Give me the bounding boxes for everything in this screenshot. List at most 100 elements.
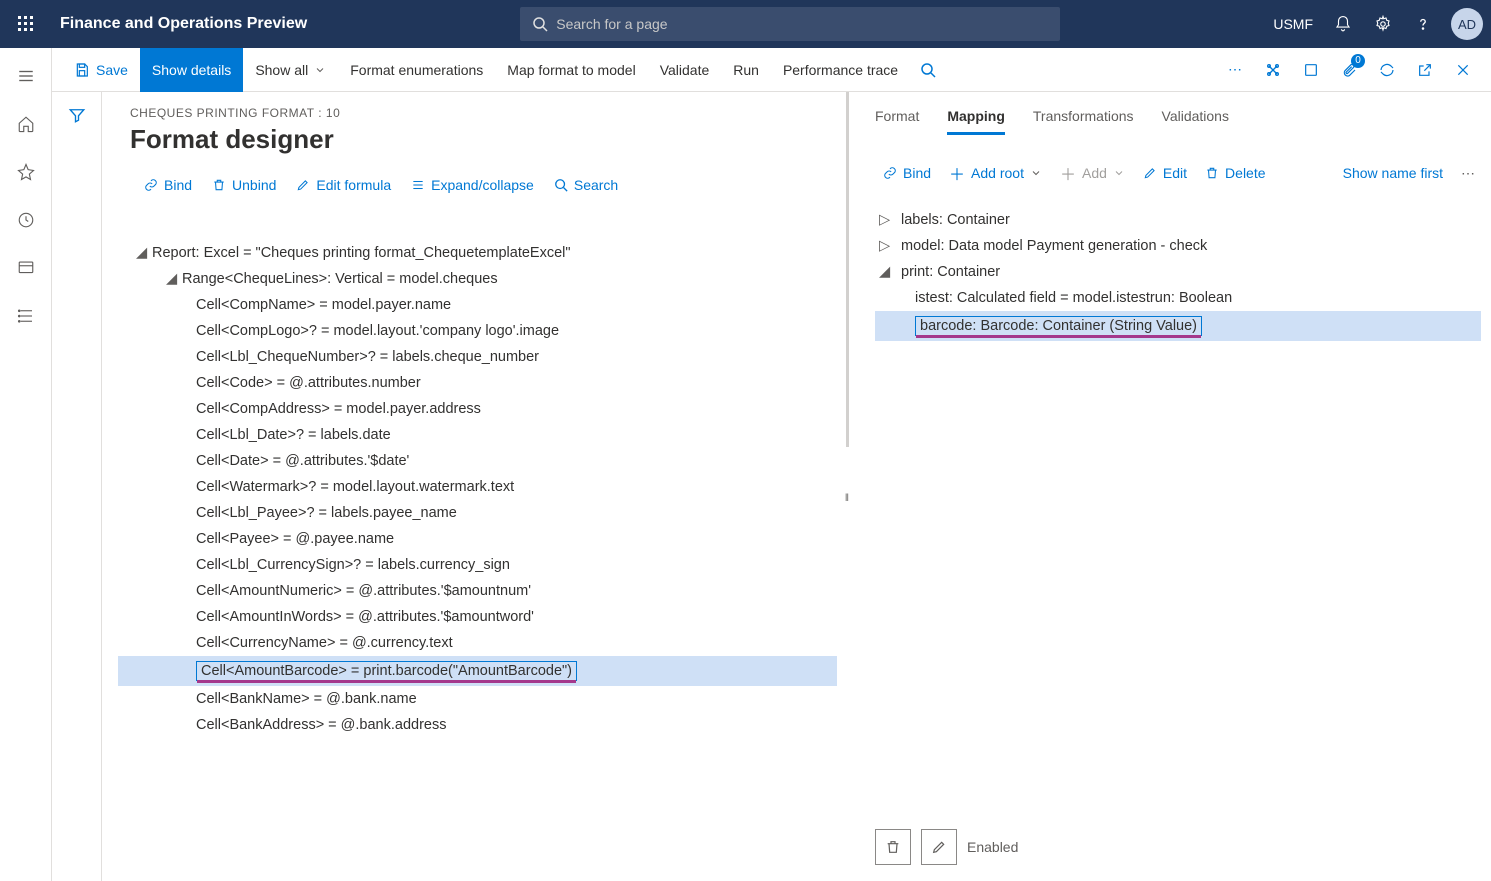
expand-collapse-button[interactable]: Expand/collapse xyxy=(403,173,542,197)
caret-right-icon[interactable]: ▷ xyxy=(879,238,891,254)
run-button[interactable]: Run xyxy=(721,48,771,92)
breadcrumb: CHEQUES PRINTING FORMAT : 10 xyxy=(130,106,843,120)
chevron-down-icon xyxy=(1030,167,1042,179)
tree-cell-node[interactable]: Cell<CurrencyName> = @.currency.text xyxy=(118,630,837,656)
unbind-button[interactable]: Unbind xyxy=(204,173,284,197)
hamburger-icon[interactable] xyxy=(8,58,44,94)
mapping-bind-button[interactable]: Bind xyxy=(875,161,939,185)
modules-icon[interactable] xyxy=(8,298,44,334)
tree-cell-node[interactable]: Cell<CompLogo>? = model.layout.'company … xyxy=(118,318,837,344)
tree-cell-node[interactable]: Cell<BankName> = @.bank.name xyxy=(118,686,837,712)
action-search-icon[interactable] xyxy=(910,52,946,88)
pencil-icon xyxy=(1143,166,1157,180)
global-search[interactable] xyxy=(520,7,1060,41)
overflow-icon[interactable]: ⋯ xyxy=(1217,52,1253,88)
splitter[interactable]: ‖ xyxy=(843,92,851,881)
tree-cell-node[interactable]: Cell<AmountBarcode> = print.barcode("Amo… xyxy=(118,656,837,686)
tab-transformations[interactable]: Transformations xyxy=(1033,108,1134,135)
tree-cell-node[interactable]: Cell<Code> = @.attributes.number xyxy=(118,370,837,396)
tree-cell-node[interactable]: Cell<Lbl_CurrencySign>? = labels.currenc… xyxy=(118,552,837,578)
highlight-underline xyxy=(197,680,576,683)
performance-trace-button[interactable]: Performance trace xyxy=(771,48,910,92)
recent-icon[interactable] xyxy=(8,202,44,238)
mapping-node-istest[interactable]: istest: Calculated field = model.istestr… xyxy=(875,285,1481,311)
attachments-icon[interactable]: 0 xyxy=(1331,52,1367,88)
map-format-button[interactable]: Map format to model xyxy=(495,48,647,92)
format-enumerations-button[interactable]: Format enumerations xyxy=(338,48,495,92)
add-root-button[interactable]: ＋Add root xyxy=(941,157,1050,189)
show-name-first-button[interactable]: Show name first xyxy=(1343,165,1443,181)
tree-cell-node[interactable]: Cell<Lbl_Date>? = labels.date xyxy=(118,422,837,448)
save-icon xyxy=(74,62,90,78)
filter-icon[interactable] xyxy=(68,106,86,881)
tree-cell-node[interactable]: Cell<Date> = @.attributes.'$date' xyxy=(118,448,837,474)
tree-cell-node[interactable]: Cell<CompName> = model.payer.name xyxy=(118,292,837,318)
tab-format[interactable]: Format xyxy=(875,108,919,135)
tree-node-root[interactable]: ◢Report: Excel = "Cheques printing forma… xyxy=(118,240,837,266)
caret-icon[interactable]: ◢ xyxy=(166,271,178,287)
caret-icon[interactable]: ◢ xyxy=(136,245,148,261)
star-icon[interactable] xyxy=(8,154,44,190)
mapping-node-labels[interactable]: ▷labels: Container xyxy=(875,207,1481,233)
highlight-underline xyxy=(916,335,1201,338)
tree-cell-node[interactable]: Cell<Watermark>? = model.layout.watermar… xyxy=(118,474,837,500)
edit-button[interactable]: Edit xyxy=(1135,161,1195,185)
validate-button[interactable]: Validate xyxy=(648,48,722,92)
tree-cell-node[interactable]: Cell<Lbl_Payee>? = labels.payee_name xyxy=(118,500,837,526)
avatar[interactable]: AD xyxy=(1451,8,1483,40)
pencil-icon xyxy=(296,178,310,192)
list-icon xyxy=(411,178,425,192)
search-icon xyxy=(532,16,548,32)
page-title: Format designer xyxy=(130,124,843,155)
bind-button[interactable]: Bind xyxy=(136,173,200,197)
edit-formula-button[interactable]: Edit formula xyxy=(288,173,399,197)
more-icon[interactable]: ⋯ xyxy=(1455,161,1481,186)
mapping-node-model[interactable]: ▷model: Data model Payment generation - … xyxy=(875,233,1481,259)
popout-icon[interactable] xyxy=(1407,52,1443,88)
tree-cell-node[interactable]: Cell<BankAddress> = @.bank.address xyxy=(118,712,837,738)
tree-cell-node[interactable]: Cell<AmountNumeric> = @.attributes.'$amo… xyxy=(118,578,837,604)
tree-cell-node[interactable]: Cell<Lbl_ChequeNumber>? = labels.cheque_… xyxy=(118,344,837,370)
tree-node-range[interactable]: ◢Range<ChequeLines>: Vertical = model.ch… xyxy=(118,266,837,292)
workspaces-icon[interactable] xyxy=(8,250,44,286)
footer-edit-button[interactable] xyxy=(921,829,957,865)
tree-cell-node[interactable]: Cell<AmountInWords> = @.attributes.'$amo… xyxy=(118,604,837,630)
mapping-node-print[interactable]: ◢print: Container xyxy=(875,259,1481,285)
save-button[interactable]: Save xyxy=(62,48,140,92)
search-input[interactable] xyxy=(556,16,1048,32)
tree-cell-node[interactable]: Cell<Payee> = @.payee.name xyxy=(118,526,837,552)
tab-mapping[interactable]: Mapping xyxy=(947,108,1005,135)
office-icon[interactable] xyxy=(1293,52,1329,88)
app-title: Finance and Operations Preview xyxy=(60,15,307,33)
link-icon xyxy=(144,178,158,192)
show-details-button[interactable]: Show details xyxy=(140,48,243,92)
caret-right-icon[interactable]: ▷ xyxy=(879,212,891,228)
link-icon xyxy=(883,166,897,180)
help-icon[interactable] xyxy=(1405,6,1441,42)
splitter-handle-icon[interactable]: ‖ xyxy=(841,487,853,511)
plus-icon: ＋ xyxy=(949,161,965,185)
show-all-button[interactable]: Show all xyxy=(243,48,338,92)
tree-cell-node[interactable]: Cell<CompAddress> = model.payer.address xyxy=(118,396,837,422)
pencil-icon xyxy=(931,839,947,855)
bell-icon[interactable] xyxy=(1325,6,1361,42)
trash-icon xyxy=(885,839,901,855)
footer-delete-button[interactable] xyxy=(875,829,911,865)
tree-search-button[interactable]: Search xyxy=(546,173,626,197)
mapping-node-barcode[interactable]: barcode: Barcode: Container (String Valu… xyxy=(875,311,1481,341)
close-icon[interactable] xyxy=(1445,52,1481,88)
home-icon[interactable] xyxy=(8,106,44,142)
refresh-icon[interactable] xyxy=(1369,52,1405,88)
trash-icon xyxy=(1205,166,1219,180)
chevron-down-icon xyxy=(314,64,326,76)
caret-icon[interactable]: ◢ xyxy=(879,264,891,280)
plus-icon: ＋ xyxy=(1060,161,1076,185)
company-label[interactable]: USMF xyxy=(1273,16,1313,32)
connected-apps-icon[interactable] xyxy=(1255,52,1291,88)
delete-button[interactable]: Delete xyxy=(1197,161,1273,185)
search-icon xyxy=(554,178,568,192)
gear-icon[interactable] xyxy=(1365,6,1401,42)
waffle-icon[interactable] xyxy=(8,6,44,42)
add-button: ＋Add xyxy=(1052,157,1133,189)
tab-validations[interactable]: Validations xyxy=(1162,108,1229,135)
